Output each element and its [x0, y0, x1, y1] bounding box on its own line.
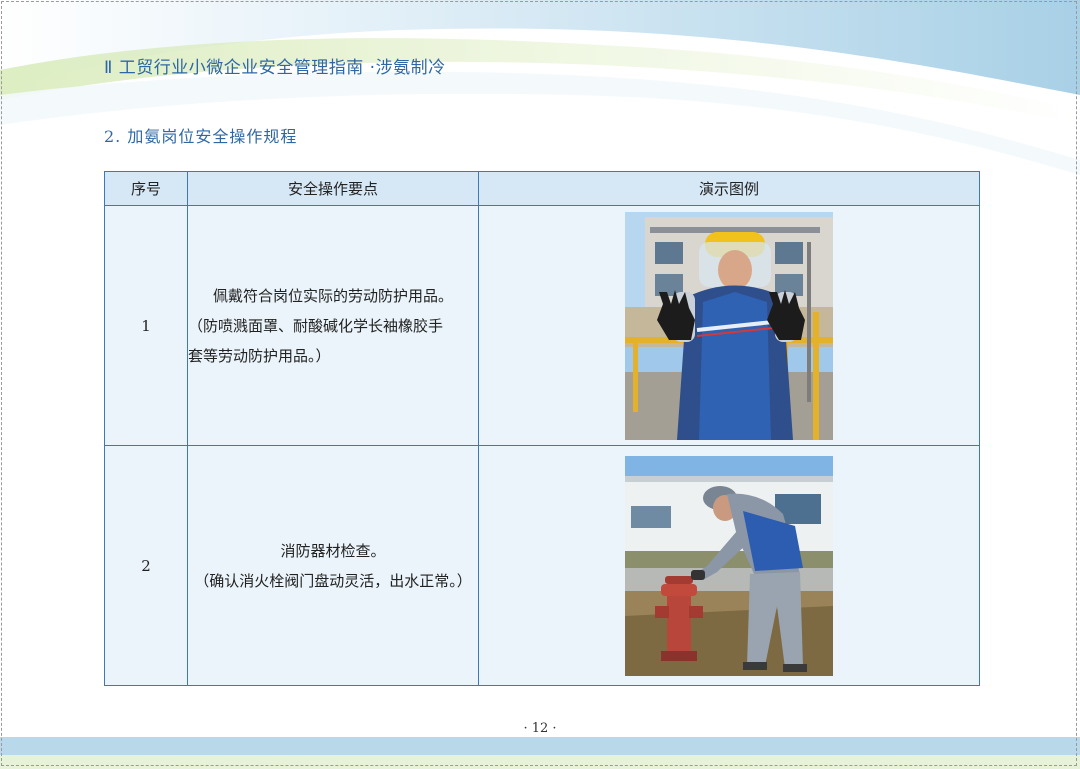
table-row: 2 消防器材检查。 （确认消火栓阀门盘动灵活，出水正常。）: [104, 445, 980, 686]
row-number: 1: [104, 205, 188, 446]
row-text-line: 佩戴符合岗位实际的劳动防护用品。: [212, 286, 453, 305]
column-header-number: 序号: [104, 171, 188, 206]
row-illustration: [478, 445, 980, 686]
row-number: 2: [104, 445, 188, 686]
row-text-line: 套等劳动防护用品。）: [188, 346, 331, 365]
row-key-points: 佩戴符合岗位实际的劳动防护用品。 （防喷溅面罩、耐酸碱化学长袖橡胶手 套等劳动防…: [187, 205, 479, 446]
row-illustration: [478, 205, 980, 446]
section-title: 2. 加氨岗位安全操作规程: [104, 127, 298, 146]
page-number: · 12 ·: [523, 721, 557, 736]
table-header-row: 序号 安全操作要点 演示图例: [104, 171, 980, 206]
safety-procedure-table: 序号 安全操作要点 演示图例 1 佩戴符合岗位实际的劳动防护用品。 （防喷溅面罩…: [104, 171, 980, 686]
fire-hydrant-check-photo: [625, 455, 833, 676]
column-header-illustration: 演示图例: [478, 171, 980, 206]
worker-ppe-photo: [625, 211, 833, 440]
row-text-line: （确认消火栓阀门盘动灵活，出水正常。）: [194, 571, 472, 590]
row-key-points: 消防器材检查。 （确认消火栓阀门盘动灵活，出水正常。）: [187, 445, 479, 686]
table-row: 1 佩戴符合岗位实际的劳动防护用品。 （防喷溅面罩、耐酸碱化学长袖橡胶手 套等劳…: [104, 205, 980, 446]
row-text-line: （防喷溅面罩、耐酸碱化学长袖橡胶手: [188, 316, 444, 335]
row-text-line: 消防器材检查。: [280, 541, 386, 560]
column-header-key-points: 安全操作要点: [187, 171, 479, 206]
document-header-title: Ⅱ 工贸行业小微企业安全管理指南 ·涉氨制冷: [104, 58, 446, 78]
